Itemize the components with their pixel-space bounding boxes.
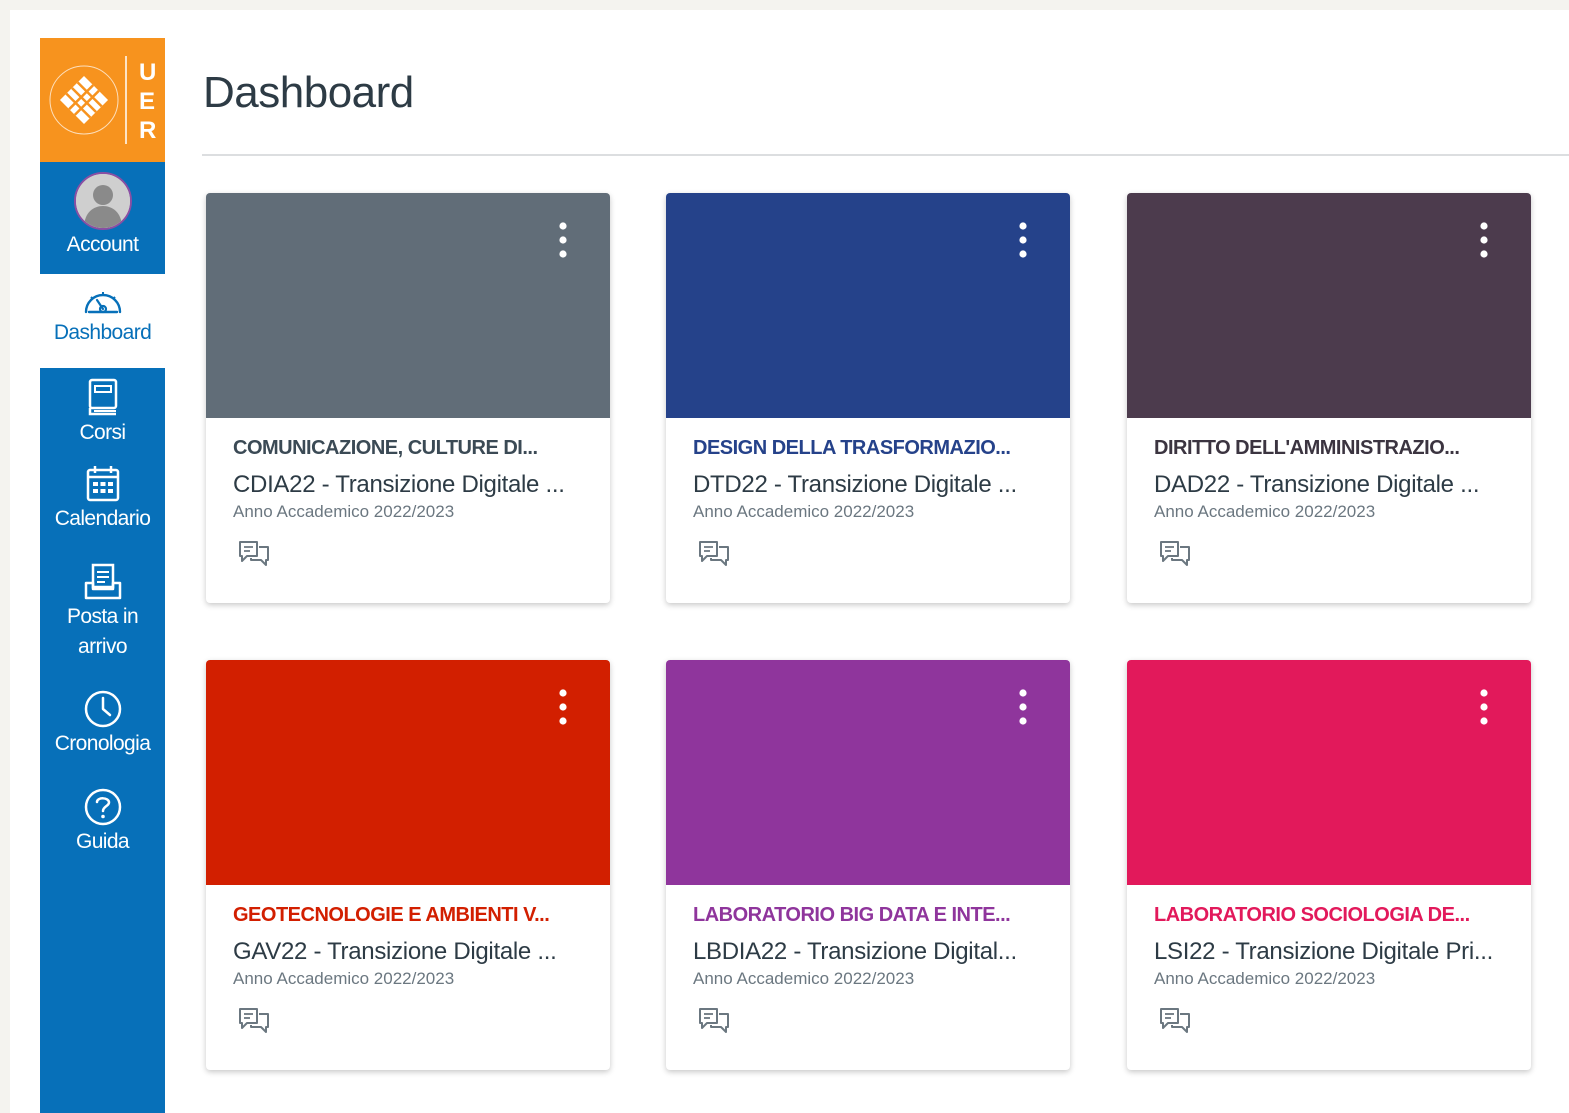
course-title-link[interactable]: COMUNICAZIONE, CULTURE DI... [233, 434, 583, 462]
help-circle-icon [83, 787, 123, 827]
course-card-hero[interactable] [1127, 193, 1531, 418]
nav-calendar[interactable]: Calendario [40, 464, 165, 562]
course-term: Anno Accademico 2022/2023 [1154, 502, 1376, 521]
course-term: Anno Accademico 2022/2023 [1154, 969, 1376, 988]
nav-account[interactable]: Account [40, 162, 165, 274]
svg-text:R: R [139, 117, 156, 144]
avatar [73, 172, 132, 230]
course-code: GAV22 - Transizione Digitale ... [233, 938, 557, 965]
course-card-body: LABORATORIO SOCIOLOGIA DE... LSI22 - Tran… [1127, 885, 1531, 1037]
course-card-body: DESIGN DELLA TRASFORMAZIO... DTD22 - Tran… [666, 418, 1070, 570]
course-title-link[interactable]: DESIGN DELLA TRASFORMAZIO... [693, 434, 1043, 462]
course-title-link[interactable]: LABORATORIO BIG DATA E INTE... [693, 901, 1043, 929]
course-code: CDIA22 - Transizione Digitale ... [233, 471, 565, 498]
course-title-link[interactable]: DIRITTO DELL'AMMINISTRAZIO... [1154, 434, 1504, 462]
inbox-icon [83, 562, 123, 602]
course-title-link[interactable]: GEOTECNOLOGIE E AMBIENTI V... [233, 901, 583, 929]
discussions-icon[interactable] [1158, 538, 1192, 570]
user-avatar-icon [75, 174, 130, 228]
course-card-body: GEOTECNOLOGIE E AMBIENTI V... GAV22 - Tra… [206, 885, 610, 1037]
more-vertical-icon[interactable] [1016, 221, 1030, 259]
university-logo[interactable]: U E R [40, 38, 165, 162]
course-card-hero[interactable] [1127, 660, 1531, 885]
clock-icon [83, 689, 123, 729]
course-term: Anno Accademico 2022/2023 [233, 502, 455, 521]
course-card[interactable]: DESIGN DELLA TRASFORMAZIO... DTD22 - Tran… [666, 193, 1070, 603]
course-code: LSI22 - Transizione Digitale Pri... [1154, 938, 1493, 965]
course-code: DTD22 - Transizione Digitale ... [693, 471, 1017, 498]
calendar-icon [85, 464, 121, 504]
discussions-icon[interactable] [237, 538, 271, 570]
discussions-icon[interactable] [237, 1005, 271, 1037]
more-vertical-icon[interactable] [1477, 688, 1491, 726]
nav-courses[interactable]: Corsi [40, 368, 165, 464]
course-card[interactable]: GEOTECNOLOGIE E AMBIENTI V... GAV22 - Tra… [206, 660, 610, 1070]
course-title-link[interactable]: LABORATORIO SOCIOLOGIA DE... [1154, 901, 1504, 929]
course-code: DAD22 - Transizione Digitale ... [1154, 471, 1480, 498]
nav-label-calendar: Calendario [54, 507, 151, 530]
nav-label-help: Guida [75, 830, 130, 853]
course-card-body: COMUNICAZIONE, CULTURE DI... CDIA22 - Tra… [206, 418, 610, 570]
nav-label-dashboard: Dashboard [53, 321, 152, 344]
nav-label-history: Cronologia [54, 732, 151, 755]
page-title: Dashboard [203, 68, 414, 117]
logo-icon: U E R [49, 56, 156, 144]
discussions-icon[interactable] [697, 538, 731, 570]
more-vertical-icon[interactable] [1016, 688, 1030, 726]
nav-inbox[interactable]: Posta in arrivo [40, 562, 165, 689]
app-window: U E R Account Dashboard Corsi Calendario… [10, 10, 1569, 1113]
course-card[interactable]: DIRITTO DELL'AMMINISTRAZIO... DAD22 - Tra… [1127, 193, 1531, 603]
course-card-hero[interactable] [666, 660, 1070, 885]
course-code: LBDIA22 - Transizione Digital... [693, 938, 1017, 965]
discussions-icon[interactable] [1158, 1005, 1192, 1037]
nav-label-account: Account [66, 233, 139, 256]
nav-dashboard[interactable]: Dashboard [40, 274, 165, 368]
course-card[interactable]: LABORATORIO SOCIOLOGIA DE... LSI22 - Tran… [1127, 660, 1531, 1070]
course-card-body: LABORATORIO BIG DATA E INTE... LBDIA22 - … [666, 885, 1070, 1037]
title-divider [202, 154, 1569, 156]
svg-text:U: U [139, 59, 156, 86]
course-card-body: DIRITTO DELL'AMMINISTRAZIO... DAD22 - Tra… [1127, 418, 1531, 570]
course-card-hero[interactable] [666, 193, 1070, 418]
discussions-icon[interactable] [697, 1005, 731, 1037]
course-term: Anno Accademico 2022/2023 [233, 969, 455, 988]
nav-history[interactable]: Cronologia [40, 689, 165, 787]
nav-label-courses: Corsi [79, 421, 126, 444]
book-icon [86, 378, 120, 418]
more-vertical-icon[interactable] [556, 688, 570, 726]
nav-help[interactable]: Guida [40, 787, 165, 885]
more-vertical-icon[interactable] [556, 221, 570, 259]
global-navigation: U E R Account Dashboard Corsi Calendario… [40, 38, 165, 1113]
course-term: Anno Accademico 2022/2023 [693, 969, 915, 988]
speedometer-icon [81, 284, 125, 318]
course-card[interactable]: COMUNICAZIONE, CULTURE DI... CDIA22 - Tra… [206, 193, 610, 603]
course-term: Anno Accademico 2022/2023 [693, 502, 915, 521]
course-card-hero[interactable] [206, 660, 610, 885]
nav-label-inbox: Posta in arrivo [66, 605, 139, 658]
svg-text:E: E [139, 88, 155, 115]
course-card[interactable]: LABORATORIO BIG DATA E INTE... LBDIA22 - … [666, 660, 1070, 1070]
course-card-hero[interactable] [206, 193, 610, 418]
more-vertical-icon[interactable] [1477, 221, 1491, 259]
